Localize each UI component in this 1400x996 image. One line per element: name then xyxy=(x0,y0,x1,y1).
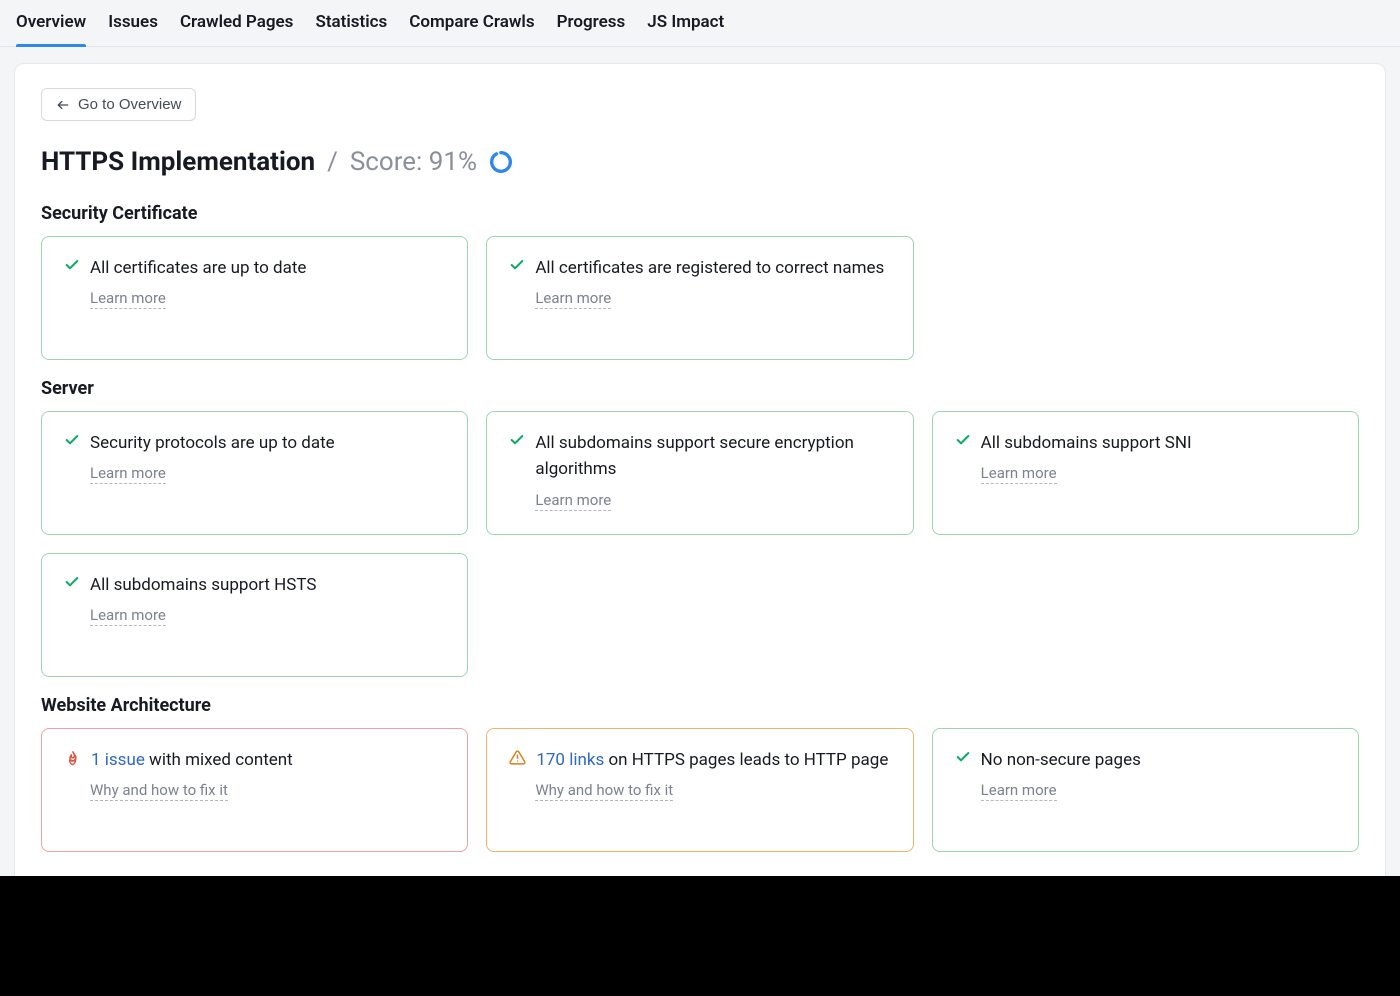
why-and-how-link[interactable]: Why and how to fix it xyxy=(535,781,673,801)
status-card: All certificates are registered to corre… xyxy=(486,236,913,360)
flame-icon xyxy=(64,749,81,766)
status-card: 1 issue with mixed content Why and how to… xyxy=(41,728,468,852)
card-grid: All certificates are up to date Learn mor… xyxy=(41,236,1359,360)
learn-more-link[interactable]: Learn more xyxy=(90,606,166,626)
ok-status-icon xyxy=(509,257,525,277)
check-icon xyxy=(64,574,80,590)
status-card: 170 links on HTTPS pages leads to HTTP p… xyxy=(486,728,913,852)
ok-status-icon xyxy=(509,432,525,452)
tab-compare-crawls[interactable]: Compare Crawls xyxy=(409,0,534,46)
card-text: All subdomains support secure encryption… xyxy=(535,430,890,483)
card-grid: Security protocols are up to date Learn m… xyxy=(41,411,1359,677)
score-label: Score: 91% xyxy=(350,147,477,177)
check-icon xyxy=(509,432,525,448)
back-to-overview-button[interactable]: Go to Overview xyxy=(41,88,196,121)
status-card: All subdomains support secure encryption… xyxy=(486,411,913,535)
tab-progress[interactable]: Progress xyxy=(557,0,626,46)
card-text: No non-secure pages xyxy=(981,747,1141,773)
arrow-left-icon xyxy=(56,98,70,112)
check-icon xyxy=(509,257,525,273)
learn-more-link[interactable]: Learn more xyxy=(90,464,166,484)
back-button-label: Go to Overview xyxy=(78,96,181,113)
ok-status-icon xyxy=(64,574,80,594)
check-icon xyxy=(955,432,971,448)
card-text: 170 links on HTTPS pages leads to HTTP p… xyxy=(536,747,888,773)
tab-statistics[interactable]: Statistics xyxy=(315,0,387,46)
card-text: All subdomains support HSTS xyxy=(90,572,316,598)
learn-more-link[interactable]: Learn more xyxy=(535,289,611,309)
card-text: 1 issue with mixed content xyxy=(91,747,293,773)
learn-more-link[interactable]: Learn more xyxy=(981,464,1057,484)
card-grid: 1 issue with mixed content Why and how to… xyxy=(41,728,1359,852)
card-text: All subdomains support SNI xyxy=(981,430,1192,456)
section-title: Security Certificate xyxy=(41,203,1359,224)
check-icon xyxy=(64,257,80,273)
tab-overview[interactable]: Overview xyxy=(16,0,86,46)
card-empty xyxy=(486,553,913,677)
ok-status-icon xyxy=(64,257,80,277)
card-text: Security protocols are up to date xyxy=(90,430,335,456)
bottom-black-bar xyxy=(0,876,1400,996)
nav-tabs: Overview Issues Crawled Pages Statistics Com… xyxy=(0,0,1400,47)
check-icon xyxy=(955,749,971,765)
status-card: All subdomains support HSTS Learn more xyxy=(41,553,468,677)
issue-count-link[interactable]: 1 issue xyxy=(91,750,145,770)
learn-more-link[interactable]: Learn more xyxy=(90,289,166,309)
status-card: All subdomains support SNI Learn more xyxy=(932,411,1359,535)
status-card: No non-secure pages Learn more xyxy=(932,728,1359,852)
warning-icon xyxy=(509,749,526,766)
tab-js-impact[interactable]: JS Impact xyxy=(647,0,724,46)
main-panel: Go to Overview HTTPS Implementation / Sc… xyxy=(14,63,1386,901)
score-donut-icon xyxy=(489,150,513,174)
card-text: All certificates are registered to corre… xyxy=(535,255,884,281)
section-title: Server xyxy=(41,378,1359,399)
status-card: Security protocols are up to date Learn m… xyxy=(41,411,468,535)
error-status-icon xyxy=(64,749,81,770)
card-text: All certificates are up to date xyxy=(90,255,306,281)
page-title: HTTPS Implementation xyxy=(41,147,315,177)
tab-crawled-pages[interactable]: Crawled Pages xyxy=(180,0,294,46)
warn-status-icon xyxy=(509,749,526,770)
card-text-rest: on HTTPS pages leads to HTTP page xyxy=(604,750,888,770)
why-and-how-link[interactable]: Why and how to fix it xyxy=(90,781,228,801)
ok-status-icon xyxy=(955,749,971,769)
card-empty xyxy=(932,553,1359,677)
tab-issues[interactable]: Issues xyxy=(108,0,158,46)
status-card: All certificates are up to date Learn mor… xyxy=(41,236,468,360)
issue-count-link[interactable]: 170 links xyxy=(536,750,604,770)
ok-status-icon xyxy=(955,432,971,452)
check-icon xyxy=(64,432,80,448)
title-row: HTTPS Implementation / Score: 91% xyxy=(41,147,1359,177)
card-text-rest: with mixed content xyxy=(145,750,293,770)
card-empty xyxy=(932,236,1359,360)
learn-more-link[interactable]: Learn more xyxy=(981,781,1057,801)
separator: / xyxy=(327,147,338,177)
section-title: Website Architecture xyxy=(41,695,1359,716)
learn-more-link[interactable]: Learn more xyxy=(535,491,611,511)
ok-status-icon xyxy=(64,432,80,452)
